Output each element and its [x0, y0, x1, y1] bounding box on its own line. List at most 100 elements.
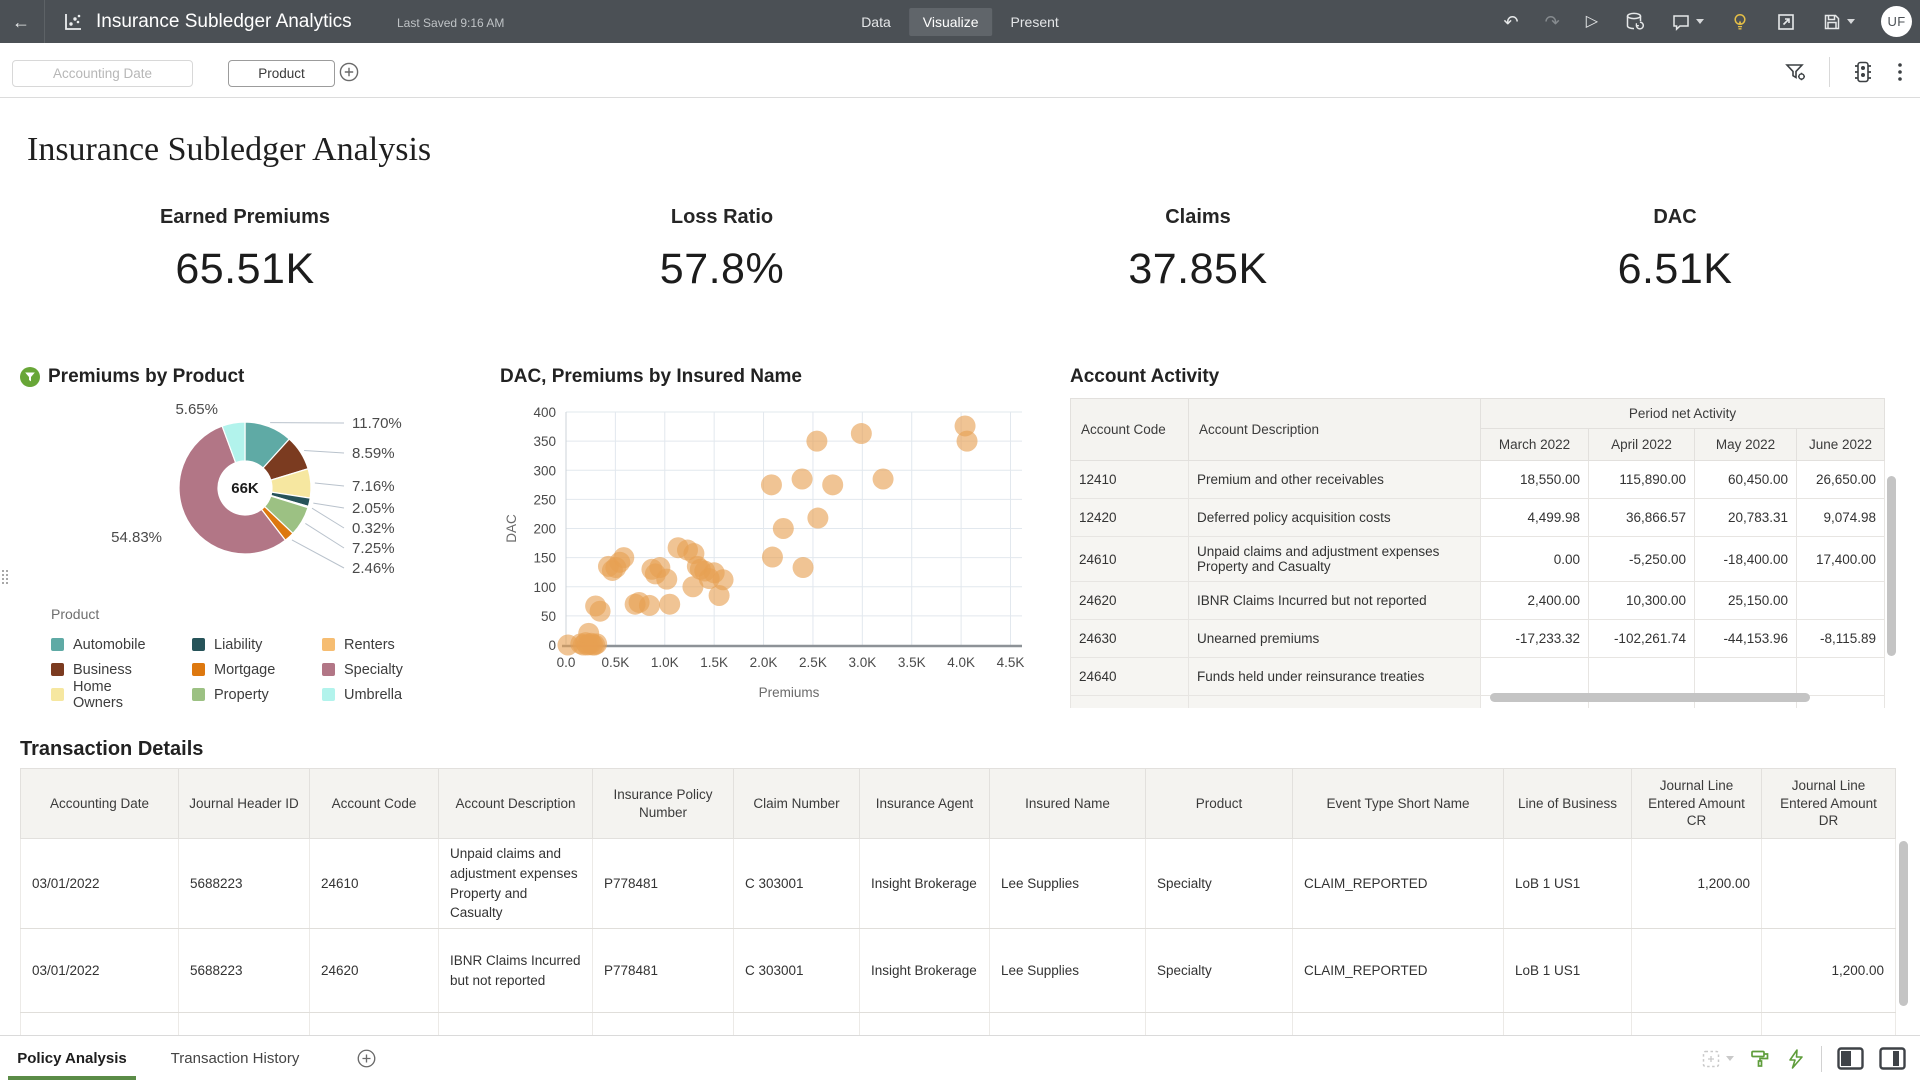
viz-dac-premiums[interactable]: DAC, Premiums by Insured Name 0.00.5K1.0…	[500, 366, 1045, 716]
row-header-cell[interactable]: 12420	[1071, 499, 1189, 537]
scatter-point[interactable]	[761, 474, 782, 495]
column-header[interactable]: Event Type Short Name	[1293, 769, 1504, 839]
value-cell[interactable]: LoB 1 US1	[1504, 1013, 1632, 1036]
preview-play-button[interactable]: ▷	[1586, 14, 1598, 30]
account-activity-table[interactable]: Account Code Account Description Period …	[1070, 398, 1885, 708]
scatter-point[interactable]	[639, 595, 660, 616]
column-header[interactable]: Insurance Policy Number	[593, 769, 734, 839]
donut-chart[interactable]: 11.70%8.59%7.16%2.05%0.32%7.25%2.46%54.8…	[20, 392, 480, 604]
filter-accounting-date[interactable]: Accounting Date	[12, 60, 193, 87]
kpi-loss-ratio[interactable]: Loss Ratio 57.8%	[502, 206, 942, 294]
viz-account-activity[interactable]: Account Activity Account Code Account De…	[1070, 366, 1910, 708]
value-cell[interactable]: Unpaid claims and adjustment expenses Pr…	[439, 839, 593, 929]
value-cell[interactable]: LoB 1 US1	[1504, 929, 1632, 1013]
value-cell[interactable]: 0.00	[1481, 537, 1589, 582]
value-cell[interactable]: P6028475	[593, 1013, 734, 1036]
value-cell[interactable]: P778481	[593, 839, 734, 929]
redo-button[interactable]: ↷	[1545, 13, 1560, 31]
value-cell[interactable]: 24620	[310, 929, 439, 1013]
row-header-cell[interactable]: Unearned premiums	[1189, 620, 1481, 658]
column-header[interactable]: May 2022	[1695, 429, 1797, 461]
value-cell[interactable]: 17,400.00	[1797, 537, 1885, 582]
value-cell[interactable]: 800.00	[1762, 1013, 1896, 1036]
scatter-point[interactable]	[806, 431, 827, 452]
column-header[interactable]: April 2022	[1589, 429, 1695, 461]
table-row[interactable]: 12420Deferred policy acquisition costs4,…	[1071, 499, 1885, 537]
value-cell[interactable]: Lee Supplies	[990, 839, 1146, 929]
row-header-cell[interactable]: 24640	[1071, 658, 1189, 696]
value-cell[interactable]: Carl's Marina	[990, 1013, 1146, 1036]
refresh-data-icon[interactable]	[1624, 11, 1645, 32]
value-cell[interactable]	[1762, 839, 1896, 929]
column-header[interactable]: Claim Number	[734, 769, 860, 839]
column-header[interactable]: Insured Name	[990, 769, 1146, 839]
value-cell[interactable]: CLAIM_REPORTED	[1293, 929, 1504, 1013]
add-canvas-icon[interactable]	[355, 1047, 378, 1070]
row-header-cell[interactable]: 12410	[1071, 461, 1189, 499]
value-cell[interactable]: 03/01/2022	[21, 839, 179, 929]
scatter-point[interactable]	[793, 557, 814, 578]
value-cell[interactable]: 03/01/2022	[21, 929, 179, 1013]
table-row[interactable]: 24640Funds held under reinsurance treati…	[1071, 658, 1885, 696]
filter-options-icon[interactable]	[1783, 59, 1809, 85]
table-row[interactable]: 24630Unearned premiums-17,233.32-102,261…	[1071, 620, 1885, 658]
value-cell[interactable]: 115,890.00	[1589, 461, 1695, 499]
scatter-point[interactable]	[773, 518, 794, 539]
scatter-point[interactable]	[851, 423, 872, 444]
scatter-point[interactable]	[792, 468, 813, 489]
table-row[interactable]: 03/01/2022568822324620IBNR Claims Incurr…	[21, 929, 1896, 1013]
scatter-point[interactable]	[656, 569, 677, 590]
value-cell[interactable]	[1481, 658, 1589, 696]
tab-visualize[interactable]: Visualize	[909, 8, 993, 36]
value-cell[interactable]: Specialty	[1146, 929, 1293, 1013]
value-cell[interactable]: Specialty	[1146, 1013, 1293, 1036]
kpi-earned-premiums[interactable]: Earned Premiums 65.51K	[25, 206, 465, 294]
legend-item-liability[interactable]: Liability	[192, 637, 262, 653]
value-cell[interactable]: 24610	[310, 839, 439, 929]
row-header-cell[interactable]: Funds held under reinsurance treaties	[1189, 658, 1481, 696]
value-cell[interactable]	[1695, 658, 1797, 696]
value-cell[interactable]: C 303001	[734, 839, 860, 929]
value-cell[interactable]: 12420	[310, 1013, 439, 1036]
layout-right-panel-icon[interactable]	[1879, 1047, 1906, 1070]
scatter-point[interactable]	[613, 547, 634, 568]
value-cell[interactable]: C 303001	[734, 929, 860, 1013]
value-cell[interactable]	[1632, 929, 1762, 1013]
legend-item-renters[interactable]: Renters	[322, 637, 395, 653]
insights-lightbulb-icon[interactable]	[1730, 12, 1750, 32]
value-cell[interactable]	[1589, 658, 1695, 696]
value-cell[interactable]: -102,261.74	[1589, 620, 1695, 658]
value-cell[interactable]: IBNR Claims Incurred but not reported	[439, 929, 593, 1013]
scatter-point[interactable]	[713, 569, 734, 590]
value-cell[interactable]: 26,650.00	[1797, 461, 1885, 499]
value-cell[interactable]: Lee Supplies	[990, 929, 1146, 1013]
row-header-cell[interactable]: 24630	[1071, 620, 1189, 658]
canvas-style-brush-icon[interactable]	[1749, 1048, 1771, 1070]
value-cell[interactable]: 5688223	[179, 929, 310, 1013]
value-cell[interactable]: -18,400.00	[1695, 537, 1797, 582]
scatter-point[interactable]	[590, 601, 611, 622]
column-header[interactable]: Product	[1146, 769, 1293, 839]
legend-item-property[interactable]: Property	[192, 687, 269, 703]
save-button[interactable]	[1822, 12, 1855, 32]
value-cell[interactable]: 25,150.00	[1695, 582, 1797, 620]
tab-present[interactable]: Present	[997, 8, 1073, 36]
column-header[interactable]: Journal Line Entered Amount CR	[1632, 769, 1762, 839]
viz-premiums-by-product[interactable]: Premiums by Product 11.70%8.59%7.16%2.05…	[20, 366, 495, 716]
value-cell[interactable]	[1632, 1013, 1762, 1036]
viz-transaction-details[interactable]: Transaction Details Accounting DateJourn…	[20, 738, 1910, 1035]
value-cell[interactable]: 5688223	[179, 839, 310, 929]
column-header[interactable]: Accounting Date	[21, 769, 179, 839]
column-header[interactable]: Account Code	[1071, 399, 1189, 461]
transaction-details-table[interactable]: Accounting DateJournal Header IDAccount …	[20, 768, 1896, 1035]
legend-item-automobile[interactable]: Automobile	[51, 637, 146, 653]
row-header-cell[interactable]: Earned Premiums	[1189, 696, 1481, 709]
column-header[interactable]: Journal Line Entered Amount DR	[1762, 769, 1896, 839]
value-cell[interactable]: -17,233.32	[1481, 620, 1589, 658]
add-filter-button[interactable]	[337, 60, 361, 84]
value-cell[interactable]: 2,400.00	[1481, 582, 1589, 620]
value-cell[interactable]: 9,074.98	[1797, 499, 1885, 537]
value-cell[interactable]: 1,200.00	[1632, 839, 1762, 929]
legend-item-business[interactable]: Business	[51, 662, 132, 678]
table-row[interactable]: 12410Premium and other receivables18,550…	[1071, 461, 1885, 499]
